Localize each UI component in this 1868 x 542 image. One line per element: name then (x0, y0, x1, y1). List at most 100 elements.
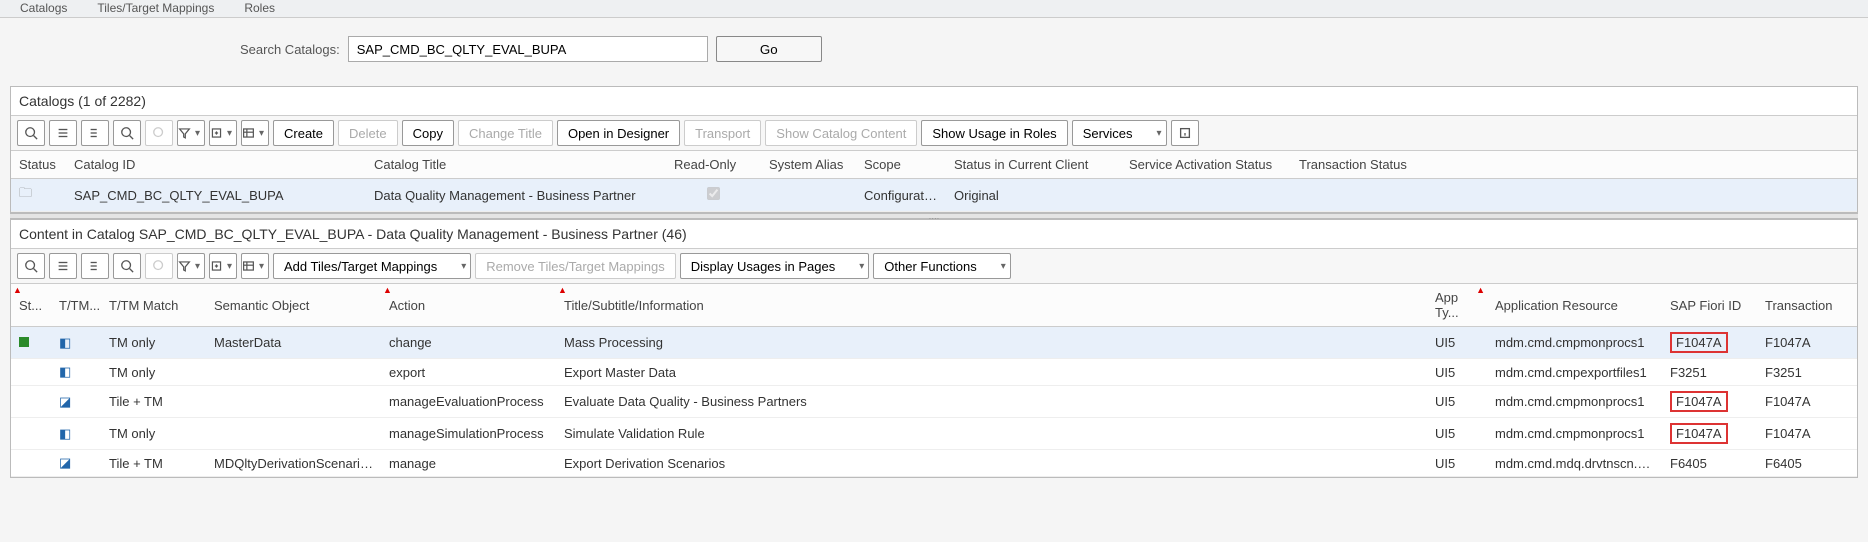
find-icon[interactable] (17, 253, 45, 279)
col-title[interactable]: ▲Title/Subtitle/Information (556, 284, 1427, 327)
semantic-cell (206, 418, 381, 450)
col-action[interactable]: ▲Action (381, 284, 556, 327)
type-icon: ◪ (51, 386, 101, 418)
content-row[interactable]: ◧TM onlyexportExport Master DataUI5mdm.c… (11, 359, 1857, 386)
go-button[interactable]: Go (716, 36, 822, 62)
tab-tiles-mappings[interactable]: Tiles/Target Mappings (97, 1, 214, 17)
app-cell: UI5 (1427, 386, 1487, 418)
semantic-cell (206, 359, 381, 386)
tab-catalogs[interactable]: Catalogs (20, 1, 67, 17)
filter-icon[interactable]: ▾ (177, 253, 205, 279)
find-again-icon[interactable] (113, 120, 141, 146)
app-cell: UI5 (1427, 327, 1487, 359)
semantic-cell: MDQltyDerivationScenarioE (206, 450, 381, 477)
content-row[interactable]: ◧TM onlymanageSimulationProcessSimulate … (11, 418, 1857, 450)
col-status-client[interactable]: Status in Current Client (946, 151, 1121, 179)
layout-icon[interactable]: ▾ (241, 120, 269, 146)
copy-button[interactable]: Copy (402, 120, 454, 146)
find-next-icon (145, 120, 173, 146)
col-trans[interactable]: Transaction (1757, 284, 1857, 327)
search-input[interactable] (348, 36, 708, 62)
content-toolbar: ▾ ▾ ▾ Add Tiles/Target Mappings▾ Remove … (11, 248, 1857, 284)
fiori-cell: F1047A (1662, 418, 1757, 450)
content-row[interactable]: ◪Tile + TMMDQltyDerivationScenarioEmanag… (11, 450, 1857, 477)
col-scope[interactable]: Scope (856, 151, 946, 179)
catalogs-panel: Catalogs (1 of 2282) ▾ ▾ ▾ Create Delete… (10, 86, 1858, 213)
col-trans-status[interactable]: Transaction Status (1291, 151, 1857, 179)
status-cell (11, 386, 51, 418)
show-content-button: Show Catalog Content (765, 120, 917, 146)
resource-cell: mdm.cmd.cmpexportfiles1 (1487, 359, 1662, 386)
action-cell: export (381, 359, 556, 386)
col-status[interactable]: Status (11, 151, 66, 179)
content-row[interactable]: ◪Tile + TM manageEvaluationProcessEvaluat… (11, 386, 1857, 418)
other-functions-button[interactable]: Other Functions▾ (873, 253, 1011, 279)
match-cell: TM only (101, 359, 206, 386)
col-fiori[interactable]: SAP Fiori ID (1662, 284, 1757, 327)
trans-cell: F1047A (1757, 418, 1857, 450)
action-cell: manage (381, 450, 556, 477)
fiori-cell: F6405 (1662, 450, 1757, 477)
col-system-alias[interactable]: System Alias (761, 151, 856, 179)
catalogs-header-row: Status Catalog ID Catalog Title Read-Onl… (11, 151, 1857, 179)
semantic-cell (206, 386, 381, 418)
readonly-cell (666, 179, 761, 212)
content-table: ▲St... T/TM... T/TM Match Semantic Objec… (11, 284, 1857, 477)
export-icon[interactable]: ▾ (209, 120, 237, 146)
catalogs-toolbar: ▾ ▾ ▾ Create Delete Copy Change Title Op… (11, 115, 1857, 151)
title-cell: Export Derivation Scenarios (556, 450, 1427, 477)
content-panel: Content in Catalog SAP_CMD_BC_QLTY_EVAL_… (10, 219, 1858, 478)
select-all-icon[interactable] (49, 120, 77, 146)
select-all-icon[interactable] (49, 253, 77, 279)
info-icon[interactable] (1171, 120, 1199, 146)
title-cell: Simulate Validation Rule (556, 418, 1427, 450)
service-status-cell (1121, 179, 1291, 212)
action-cell: manageEvaluationProcess (381, 386, 556, 418)
title-cell: Evaluate Data Quality - Business Partner… (556, 386, 1427, 418)
create-button[interactable]: Create (273, 120, 334, 146)
match-cell: Tile + TM (101, 386, 206, 418)
content-row[interactable]: ◧TM onlyMasterDatachangeMass ProcessingU… (11, 327, 1857, 359)
col-service-status[interactable]: Service Activation Status (1121, 151, 1291, 179)
app-cell: UI5 (1427, 418, 1487, 450)
filter-icon[interactable]: ▾ (177, 120, 205, 146)
col-catalog-id[interactable]: Catalog ID (66, 151, 366, 179)
col-catalog-title[interactable]: Catalog Title (366, 151, 666, 179)
resource-cell: mdm.cmd.cmpmonprocs1 (1487, 418, 1662, 450)
open-designer-button[interactable]: Open in Designer (557, 120, 680, 146)
type-icon: ◪ (51, 450, 101, 477)
trans-cell: F6405 (1757, 450, 1857, 477)
trans-cell: F1047A (1757, 386, 1857, 418)
trans-status-cell (1291, 179, 1857, 212)
col-st[interactable]: ▲St... (11, 284, 51, 327)
scope-cell: Configuration (856, 179, 946, 212)
status-cell (11, 327, 51, 359)
resource-cell: mdm.cmd.mdq.drvtnscn.exp (1487, 450, 1662, 477)
type-icon: ◧ (51, 418, 101, 450)
layout-icon[interactable]: ▾ (241, 253, 269, 279)
fiori-cell: F1047A (1662, 327, 1757, 359)
export-icon[interactable]: ▾ (209, 253, 237, 279)
col-app[interactable]: ▲App Ty... (1427, 284, 1487, 327)
catalog-title-cell: Data Quality Management - Business Partn… (366, 179, 666, 212)
tab-roles[interactable]: Roles (244, 1, 275, 17)
col-ttm[interactable]: T/TM... (51, 284, 101, 327)
catalog-row[interactable]: 🗀 SAP_CMD_BC_QLTY_EVAL_BUPA Data Quality… (11, 179, 1857, 212)
title-cell: Export Master Data (556, 359, 1427, 386)
services-button[interactable]: Services▾ (1072, 120, 1167, 146)
deselect-icon[interactable] (81, 120, 109, 146)
usages-button[interactable]: Display Usages in Pages▾ (680, 253, 870, 279)
app-cell: UI5 (1427, 450, 1487, 477)
find-again-icon[interactable] (113, 253, 141, 279)
find-icon[interactable] (17, 120, 45, 146)
deselect-icon[interactable] (81, 253, 109, 279)
col-readonly[interactable]: Read-Only (666, 151, 761, 179)
show-usage-button[interactable]: Show Usage in Roles (921, 120, 1067, 146)
catalog-id-cell: SAP_CMD_BC_QLTY_EVAL_BUPA (66, 179, 366, 212)
col-semantic[interactable]: Semantic Object (206, 284, 381, 327)
col-match[interactable]: T/TM Match (101, 284, 206, 327)
alias-cell (761, 179, 856, 212)
col-resource[interactable]: Application Resource (1487, 284, 1662, 327)
add-tiles-button[interactable]: Add Tiles/Target Mappings▾ (273, 253, 471, 279)
action-cell: manageSimulationProcess (381, 418, 556, 450)
